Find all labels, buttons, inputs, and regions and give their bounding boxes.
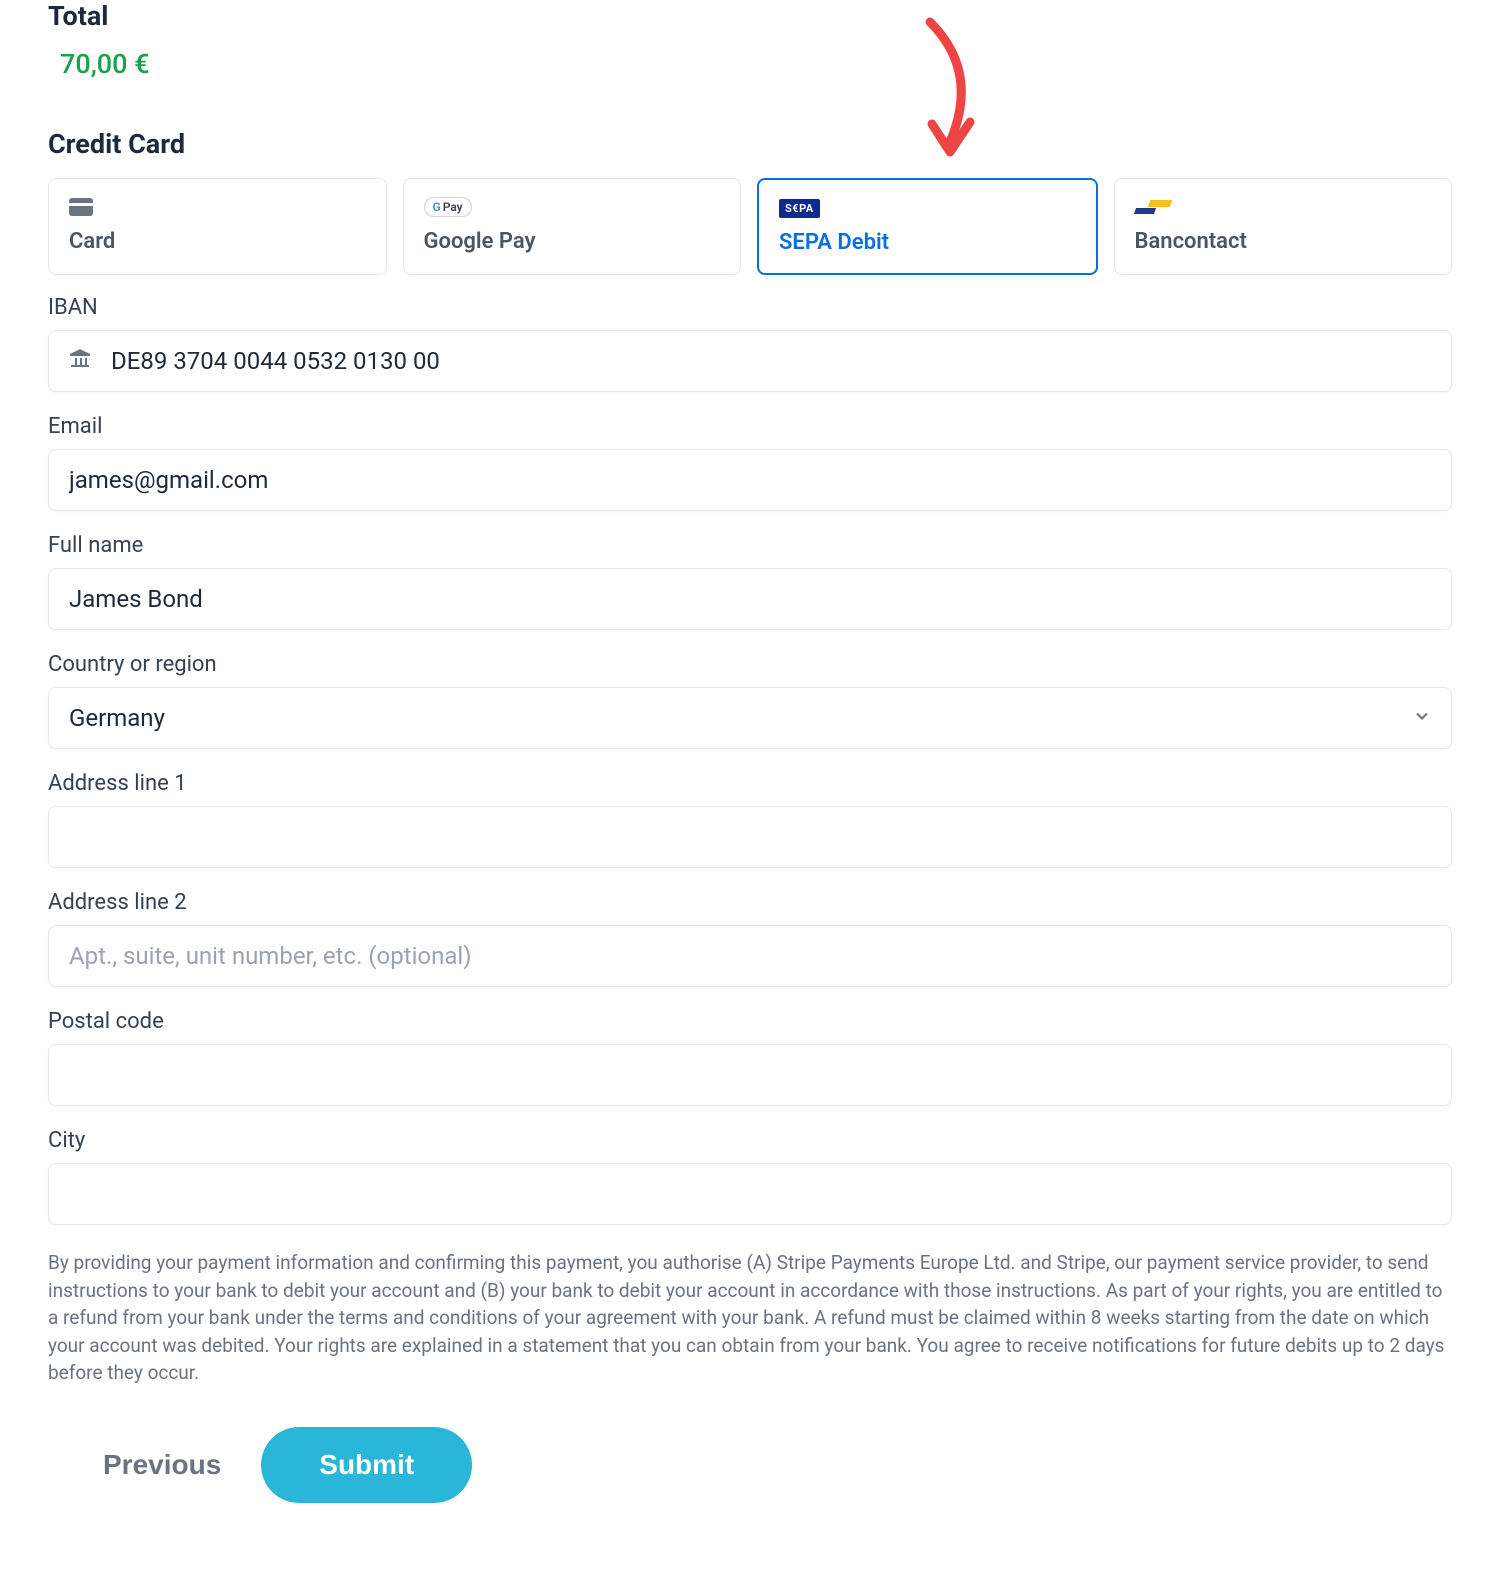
google-pay-icon: GPay [424,197,472,217]
sepa-mandate-disclaimer: By providing your payment information an… [48,1249,1452,1387]
country-select[interactable]: Germany [48,687,1452,749]
country-label: Country or region [48,652,1452,677]
address2-input[interactable] [48,925,1452,987]
email-label: Email [48,414,1452,439]
bancontact-icon [1135,200,1175,214]
city-label: City [48,1128,1452,1153]
total-label: Total [48,0,1452,32]
iban-input[interactable] [48,330,1452,392]
previous-button[interactable]: Previous [103,1449,221,1481]
address2-label: Address line 2 [48,890,1452,915]
credit-card-icon [69,198,93,216]
full-name-input[interactable] [48,568,1452,630]
payment-method-label: Google Pay [424,229,721,254]
section-title: Credit Card [48,128,1452,160]
city-input[interactable] [48,1163,1452,1225]
bank-icon [68,347,92,375]
submit-button[interactable]: Submit [261,1427,472,1503]
payment-method-sepa-debit[interactable]: S€PA SEPA Debit [757,178,1098,275]
payment-method-card[interactable]: Card [48,178,387,275]
full-name-label: Full name [48,533,1452,558]
payment-method-google-pay[interactable]: GPay Google Pay [403,178,742,275]
payment-method-label: Card [69,229,366,254]
payment-method-label: Bancontact [1135,229,1432,254]
address1-input[interactable] [48,806,1452,868]
payment-method-label: SEPA Debit [779,230,1076,255]
total-amount: 70,00 € [60,48,1452,80]
iban-label: IBAN [48,295,1452,320]
address1-label: Address line 1 [48,771,1452,796]
email-input[interactable] [48,449,1452,511]
payment-method-bancontact[interactable]: Bancontact [1114,178,1453,275]
payment-method-tabs: Card GPay Google Pay S€PA SEPA Debit Ban… [48,178,1452,275]
sepa-icon: S€PA [779,199,820,218]
postal-input[interactable] [48,1044,1452,1106]
postal-label: Postal code [48,1009,1452,1034]
